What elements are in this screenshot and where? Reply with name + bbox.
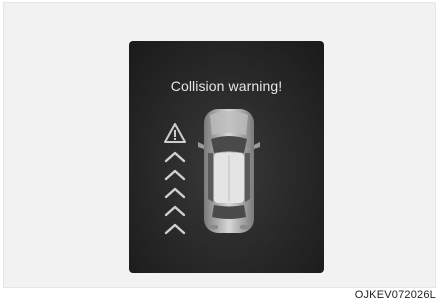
figure-code: OJKEV072026L — [354, 289, 436, 301]
vehicle-top-view-icon — [198, 109, 260, 233]
collision-warning-text: Collision warning! — [170, 78, 283, 94]
cluster-display: Collision warning! — [129, 41, 324, 273]
approach-chevrons-icon — [164, 151, 186, 235]
warning-triangle-icon — [164, 123, 186, 143]
figure-frame: Collision warning! — [3, 2, 436, 288]
